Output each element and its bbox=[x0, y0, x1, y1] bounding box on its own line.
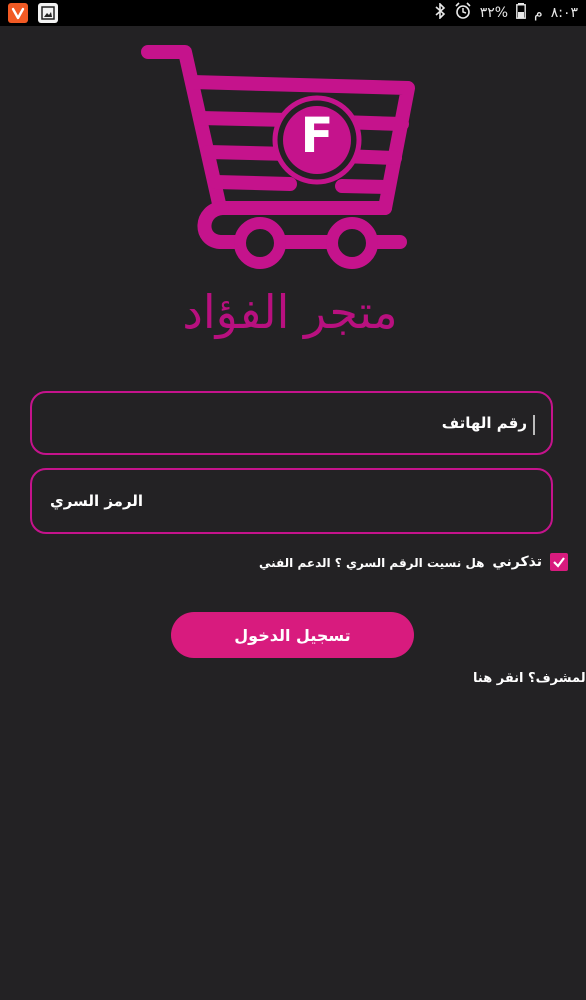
gallery-icon bbox=[38, 3, 58, 23]
password-placeholder: الرمز السري bbox=[50, 492, 144, 510]
store-logo: F متجر الفؤاد bbox=[130, 40, 450, 350]
phone-field[interactable]: رقم الهاتف bbox=[30, 391, 553, 455]
login-button[interactable]: تسجيل الدخول bbox=[171, 612, 414, 658]
remember-label: تذكرني bbox=[492, 554, 542, 570]
logo-letter: F bbox=[300, 108, 334, 164]
forgot-password-link[interactable]: هل نسيت الرقم السري ؟ الدعم الفني bbox=[259, 556, 484, 570]
status-bar: ٣٢% م ٨:٠٣ bbox=[0, 0, 586, 26]
clock-period: م bbox=[534, 5, 543, 21]
alarm-icon bbox=[454, 2, 472, 24]
password-field[interactable]: الرمز السري bbox=[30, 468, 553, 534]
battery-icon bbox=[516, 3, 526, 23]
store-name: متجر الفؤاد bbox=[182, 285, 398, 339]
phone-placeholder: رقم الهاتف bbox=[441, 414, 527, 432]
battery-percent: ٣٢% bbox=[479, 5, 509, 21]
vivaldi-icon bbox=[8, 3, 28, 23]
remember-checkbox[interactable] bbox=[550, 553, 568, 571]
remember-me[interactable]: تذكرني bbox=[492, 553, 568, 571]
bluetooth-icon bbox=[434, 2, 446, 23]
clock: ٨:٠٣ bbox=[550, 5, 578, 21]
text-cursor bbox=[533, 415, 535, 435]
admin-link[interactable]: المشرف؟ انقر هنا bbox=[473, 671, 586, 686]
